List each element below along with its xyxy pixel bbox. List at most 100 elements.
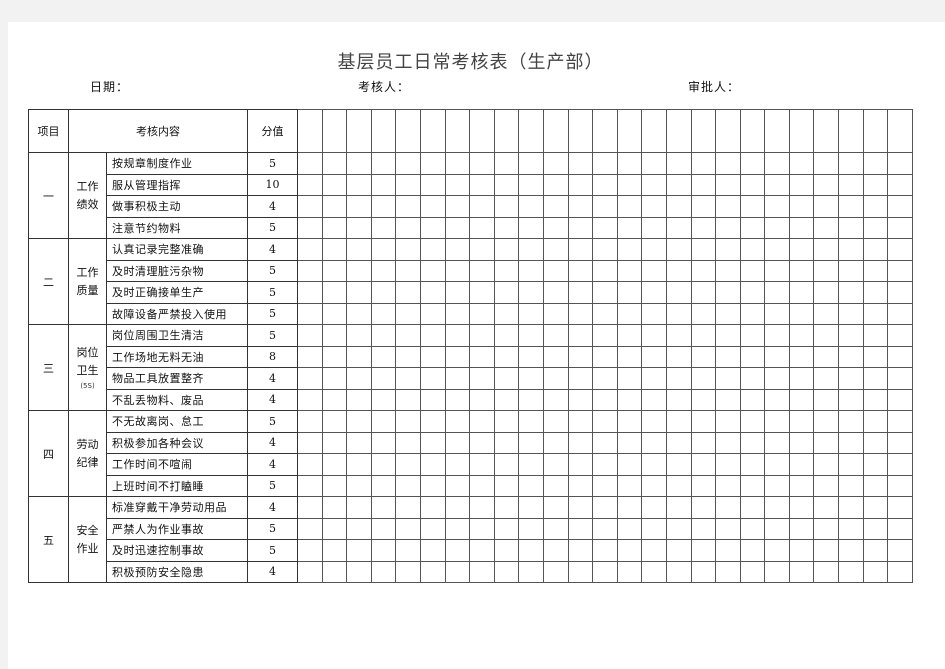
score-entry-cell[interactable] <box>665 517 692 540</box>
score-entry-cell[interactable] <box>813 259 840 282</box>
score-entry-cell[interactable] <box>690 367 717 390</box>
score-entry-cell[interactable] <box>715 152 741 175</box>
score-entry-cell[interactable] <box>887 388 913 411</box>
score-entry-cell[interactable] <box>444 281 471 304</box>
score-entry-cell[interactable] <box>419 302 446 325</box>
score-entry-cell[interactable] <box>346 453 372 476</box>
score-entry-cell[interactable] <box>641 453 667 476</box>
score-entry-cell[interactable] <box>862 560 889 583</box>
score-entry-cell[interactable] <box>370 259 397 282</box>
score-entry-cell[interactable] <box>444 345 471 368</box>
score-entry-cell[interactable] <box>321 173 348 196</box>
score-entry-cell[interactable] <box>715 195 741 218</box>
score-entry-cell[interactable] <box>346 324 372 347</box>
score-entry-cell[interactable] <box>444 324 471 347</box>
score-entry-cell[interactable] <box>297 195 323 218</box>
score-entry-cell[interactable] <box>592 431 618 454</box>
score-entry-cell[interactable] <box>739 216 766 239</box>
score-entry-cell[interactable] <box>542 431 569 454</box>
header-blank-cell[interactable] <box>370 109 397 153</box>
score-entry-cell[interactable] <box>493 173 520 196</box>
score-entry-cell[interactable] <box>567 259 594 282</box>
score-entry-cell[interactable] <box>788 453 815 476</box>
score-entry-cell[interactable] <box>739 324 766 347</box>
score-entry-cell[interactable] <box>370 453 397 476</box>
score-entry-cell[interactable] <box>616 388 643 411</box>
score-entry-cell[interactable] <box>493 302 520 325</box>
score-entry-cell[interactable] <box>788 345 815 368</box>
score-entry-cell[interactable] <box>469 474 495 497</box>
score-entry-cell[interactable] <box>813 453 840 476</box>
score-entry-cell[interactable] <box>518 259 544 282</box>
score-entry-cell[interactable] <box>838 431 864 454</box>
score-entry-cell[interactable] <box>370 238 397 261</box>
score-entry-cell[interactable] <box>567 431 594 454</box>
score-entry-cell[interactable] <box>887 496 913 519</box>
score-entry-cell[interactable] <box>887 539 913 562</box>
score-entry-cell[interactable] <box>297 388 323 411</box>
score-entry-cell[interactable] <box>542 216 569 239</box>
score-entry-cell[interactable] <box>370 367 397 390</box>
score-entry-cell[interactable] <box>788 281 815 304</box>
score-entry-cell[interactable] <box>838 453 864 476</box>
score-entry-cell[interactable] <box>788 517 815 540</box>
score-entry-cell[interactable] <box>887 367 913 390</box>
score-entry-cell[interactable] <box>838 259 864 282</box>
score-entry-cell[interactable] <box>788 302 815 325</box>
score-entry-cell[interactable] <box>542 259 569 282</box>
score-entry-cell[interactable] <box>395 560 421 583</box>
score-entry-cell[interactable] <box>395 410 421 433</box>
score-entry-cell[interactable] <box>321 560 348 583</box>
score-entry-cell[interactable] <box>838 345 864 368</box>
score-entry-cell[interactable] <box>493 453 520 476</box>
score-entry-cell[interactable] <box>469 238 495 261</box>
score-entry-cell[interactable] <box>297 560 323 583</box>
score-entry-cell[interactable] <box>395 431 421 454</box>
score-entry-cell[interactable] <box>739 474 766 497</box>
score-entry-cell[interactable] <box>813 152 840 175</box>
score-entry-cell[interactable] <box>887 431 913 454</box>
score-entry-cell[interactable] <box>444 560 471 583</box>
score-entry-cell[interactable] <box>813 410 840 433</box>
header-blank-cell[interactable] <box>764 109 790 153</box>
score-entry-cell[interactable] <box>297 410 323 433</box>
score-entry-cell[interactable] <box>444 216 471 239</box>
score-entry-cell[interactable] <box>469 152 495 175</box>
score-entry-cell[interactable] <box>370 431 397 454</box>
score-entry-cell[interactable] <box>788 216 815 239</box>
score-entry-cell[interactable] <box>469 431 495 454</box>
score-entry-cell[interactable] <box>739 345 766 368</box>
score-entry-cell[interactable] <box>444 259 471 282</box>
score-entry-cell[interactable] <box>764 281 790 304</box>
score-entry-cell[interactable] <box>346 517 372 540</box>
score-entry-cell[interactable] <box>592 560 618 583</box>
score-entry-cell[interactable] <box>567 517 594 540</box>
score-entry-cell[interactable] <box>665 410 692 433</box>
score-entry-cell[interactable] <box>788 496 815 519</box>
score-entry-cell[interactable] <box>665 302 692 325</box>
score-entry-cell[interactable] <box>764 410 790 433</box>
score-entry-cell[interactable] <box>419 367 446 390</box>
score-entry-cell[interactable] <box>469 388 495 411</box>
score-entry-cell[interactable] <box>665 324 692 347</box>
score-entry-cell[interactable] <box>419 195 446 218</box>
score-entry-cell[interactable] <box>715 173 741 196</box>
score-entry-cell[interactable] <box>542 281 569 304</box>
header-blank-cell[interactable] <box>887 109 913 153</box>
score-entry-cell[interactable] <box>764 517 790 540</box>
score-entry-cell[interactable] <box>641 431 667 454</box>
score-entry-cell[interactable] <box>641 195 667 218</box>
score-entry-cell[interactable] <box>567 367 594 390</box>
score-entry-cell[interactable] <box>665 173 692 196</box>
score-entry-cell[interactable] <box>395 539 421 562</box>
score-entry-cell[interactable] <box>592 259 618 282</box>
score-entry-cell[interactable] <box>469 324 495 347</box>
score-entry-cell[interactable] <box>739 367 766 390</box>
score-entry-cell[interactable] <box>739 259 766 282</box>
score-entry-cell[interactable] <box>715 281 741 304</box>
score-entry-cell[interactable] <box>493 474 520 497</box>
score-entry-cell[interactable] <box>641 238 667 261</box>
score-entry-cell[interactable] <box>616 517 643 540</box>
score-entry-cell[interactable] <box>567 410 594 433</box>
score-entry-cell[interactable] <box>567 474 594 497</box>
